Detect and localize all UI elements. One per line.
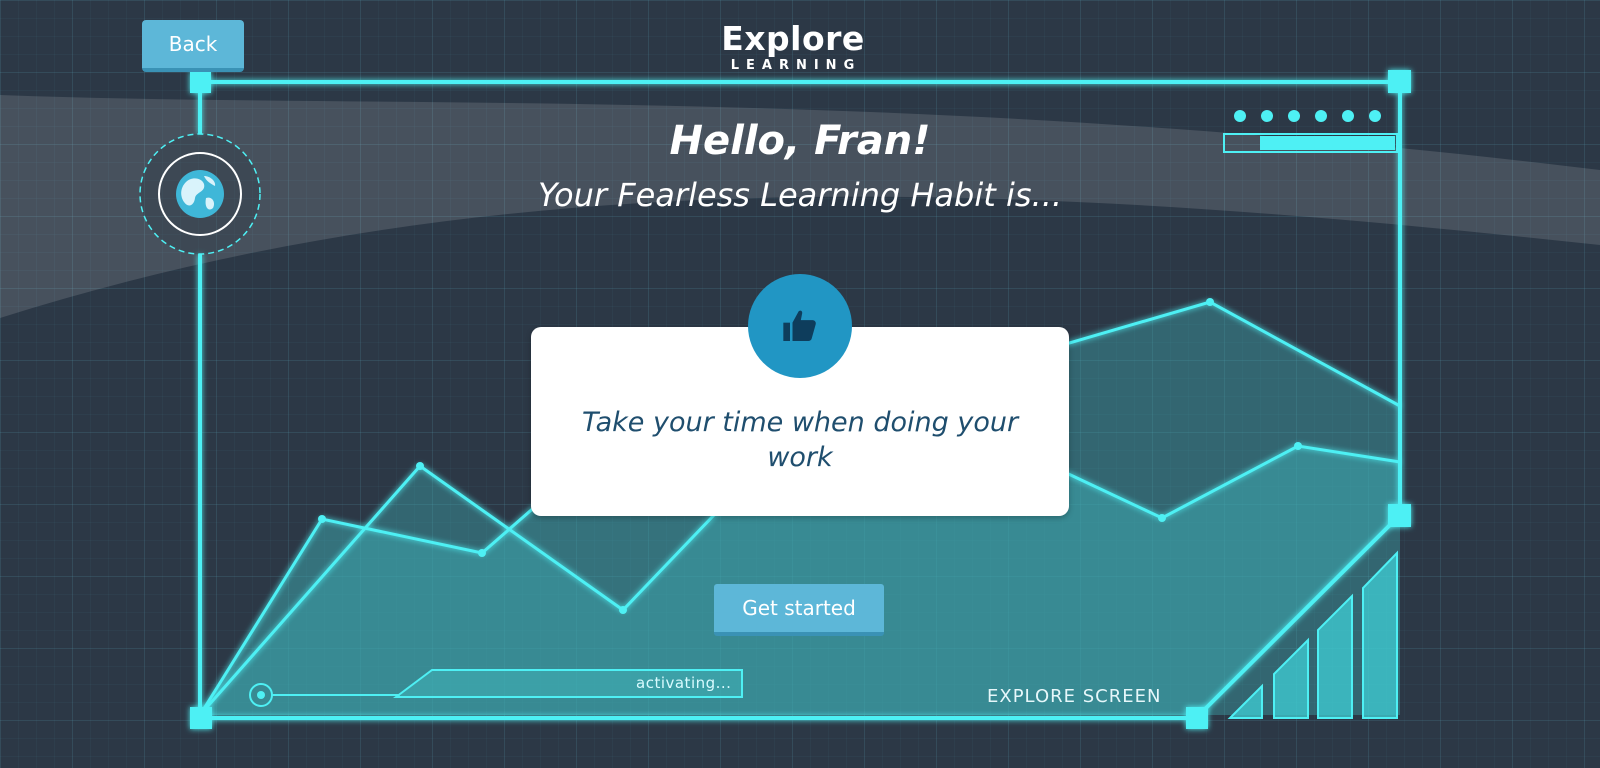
chart-point xyxy=(478,549,486,557)
chart-point xyxy=(619,606,627,614)
target-dot xyxy=(257,691,265,699)
status-text: activating... xyxy=(636,674,732,692)
page-title: Hello, Fran! xyxy=(669,118,931,164)
chart-point xyxy=(318,515,326,523)
back-button[interactable]: Back xyxy=(142,20,244,72)
frame-corner xyxy=(190,72,211,93)
chart-point xyxy=(416,462,424,470)
chart-point xyxy=(1206,298,1214,306)
footer-label: EXPLORE SCREEN xyxy=(987,686,1162,707)
habit-text: Take your time when doing your work xyxy=(581,407,1019,473)
thumbs-up-icon xyxy=(783,310,816,341)
habit-icon-badge xyxy=(748,274,852,378)
logo: Explore LEARNING xyxy=(718,20,868,80)
get-started-button[interactable]: Get started xyxy=(714,584,884,636)
frame-corner xyxy=(1186,707,1208,729)
chart-point xyxy=(1294,442,1302,450)
logo-subtitle: LEARNING xyxy=(730,58,862,73)
logo-wordmark: Explore xyxy=(721,19,865,58)
chart-point xyxy=(1158,514,1166,522)
frame-corner xyxy=(1388,70,1411,93)
page-subtitle: Your Fearless Learning Habit is... xyxy=(537,176,1063,214)
frame-corner xyxy=(1388,504,1411,527)
frame-corner xyxy=(190,707,212,729)
